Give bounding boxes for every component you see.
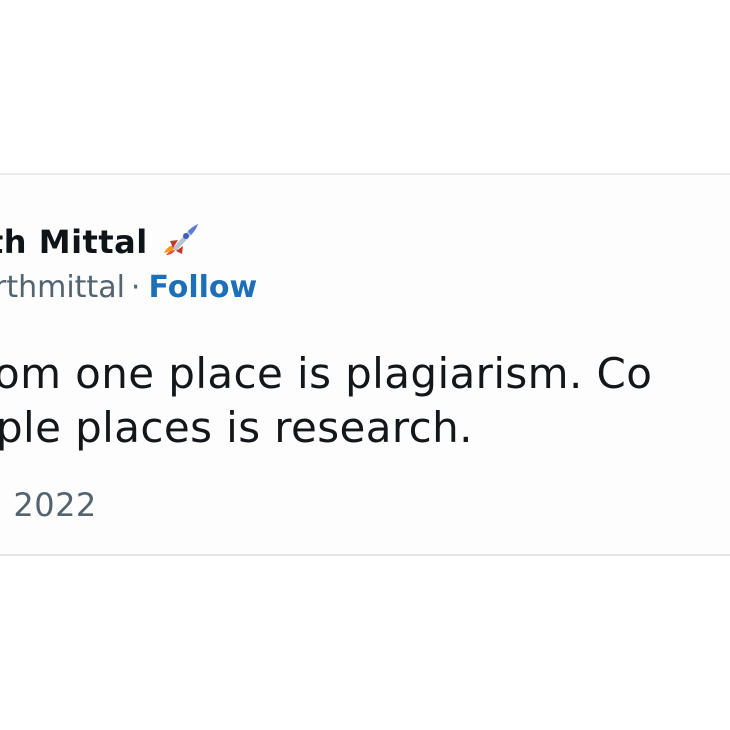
tweet-text-line: ple places is research. bbox=[0, 403, 473, 452]
author-name-row: th Mittal bbox=[0, 219, 202, 263]
author-handle[interactable]: rthmittal bbox=[0, 270, 125, 305]
tweet-text-line: om one place is plagiarism. Co bbox=[0, 349, 653, 398]
author-name[interactable]: th Mittal bbox=[0, 223, 148, 261]
rocket-icon bbox=[158, 219, 202, 263]
separator-dot: · bbox=[130, 270, 141, 305]
handle-row: rthmittal · Follow bbox=[0, 270, 257, 305]
tweet-card: th Mittal rthmittal · Follow om one place … bbox=[0, 173, 730, 556]
tweet-timestamp[interactable]: , 2022 bbox=[0, 486, 97, 524]
follow-button[interactable]: Follow bbox=[148, 270, 257, 305]
tweet-text: om one place is plagiarism. Co ple place… bbox=[0, 347, 730, 455]
